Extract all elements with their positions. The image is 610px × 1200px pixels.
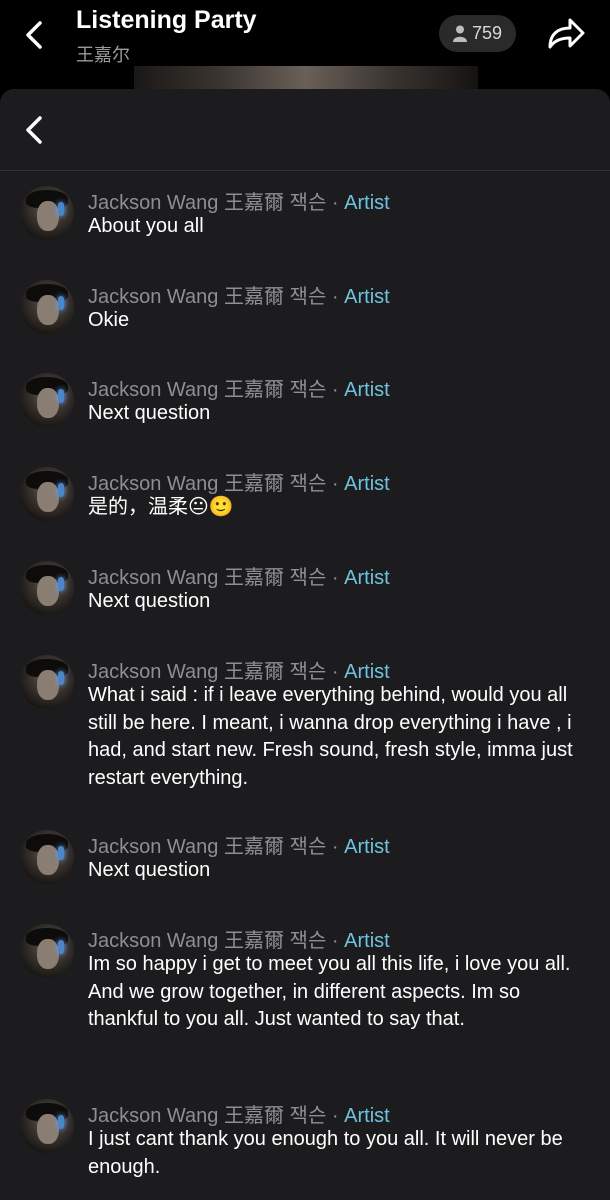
avatar[interactable]: [20, 280, 74, 334]
author-name[interactable]: Jackson Wang 王嘉爾 잭슨: [88, 286, 326, 308]
message-text: About you all: [88, 215, 204, 237]
avatar[interactable]: [20, 186, 74, 240]
divider: [0, 170, 610, 171]
separator: ·: [331, 836, 339, 858]
message-text: 是的，温柔😐🙂: [88, 496, 234, 518]
separator: ·: [331, 192, 339, 214]
share-icon[interactable]: [546, 14, 586, 52]
message-text: Next question: [88, 859, 211, 881]
back-arrow-icon[interactable]: [20, 113, 50, 147]
avatar[interactable]: [20, 373, 74, 427]
author-name[interactable]: Jackson Wang 王嘉爾 잭슨: [88, 192, 326, 214]
message-text: Okie: [88, 309, 130, 331]
author-name[interactable]: Jackson Wang 王嘉爾 잭슨: [88, 836, 326, 858]
separator: ·: [331, 930, 339, 952]
chat-sheet: Jackson Wang 王嘉爾 잭슨 · Artist About you a…: [0, 89, 610, 1200]
listener-count: 759: [472, 23, 503, 43]
role-badge: Artist: [344, 567, 390, 589]
separator: ·: [331, 286, 339, 308]
message-header: Jackson Wang 王嘉爾 잭슨 · Artist: [88, 830, 390, 859]
role-badge: Artist: [344, 473, 390, 495]
message-header: Jackson Wang 王嘉爾 잭슨 · Artist: [88, 561, 390, 590]
separator: ·: [331, 379, 339, 401]
back-arrow-icon[interactable]: [20, 18, 50, 52]
message-text: Next question: [88, 590, 211, 612]
role-badge: Artist: [344, 286, 390, 308]
separator: ·: [331, 661, 339, 683]
message-header: Jackson Wang 王嘉爾 잭슨 · Artist: [88, 280, 390, 309]
top-bar: Listening Party 王嘉尔 759: [0, 0, 610, 96]
author-name[interactable]: Jackson Wang 王嘉爾 잭슨: [88, 930, 326, 952]
listener-count-badge[interactable]: 759: [439, 15, 516, 52]
role-badge: Artist: [344, 1105, 390, 1127]
separator: ·: [331, 473, 339, 495]
role-badge: Artist: [344, 192, 390, 214]
message-text: I just cant thank you enough to you all.…: [88, 1128, 563, 1178]
message-header: Jackson Wang 王嘉爾 잭슨 · Artist: [88, 655, 390, 684]
message-header: Jackson Wang 王嘉爾 잭슨 · Artist: [88, 186, 390, 215]
separator: ·: [331, 1105, 339, 1127]
avatar[interactable]: [20, 1099, 74, 1153]
message-text: What i said : if i leave everything behi…: [88, 684, 573, 789]
role-badge: Artist: [344, 379, 390, 401]
role-badge: Artist: [344, 661, 390, 683]
avatar[interactable]: [20, 830, 74, 884]
person-icon: [453, 25, 467, 42]
room-subtitle: 王嘉尔: [76, 45, 130, 65]
message-header: Jackson Wang 王嘉爾 잭슨 · Artist: [88, 467, 390, 496]
avatar[interactable]: [20, 924, 74, 978]
message-text: Im so happy i get to meet you all this l…: [88, 953, 571, 1030]
role-badge: Artist: [344, 836, 390, 858]
avatar[interactable]: [20, 655, 74, 709]
message-header: Jackson Wang 王嘉爾 잭슨 · Artist: [88, 924, 390, 953]
author-name[interactable]: Jackson Wang 王嘉爾 잭슨: [88, 379, 326, 401]
author-name[interactable]: Jackson Wang 王嘉爾 잭슨: [88, 661, 326, 683]
message-header: Jackson Wang 王嘉爾 잭슨 · Artist: [88, 1099, 390, 1128]
role-badge: Artist: [344, 930, 390, 952]
author-name[interactable]: Jackson Wang 王嘉爾 잭슨: [88, 1105, 326, 1127]
room-title: Listening Party: [76, 6, 257, 34]
author-name[interactable]: Jackson Wang 王嘉爾 잭슨: [88, 473, 326, 495]
message-header: Jackson Wang 王嘉爾 잭슨 · Artist: [88, 373, 390, 402]
avatar[interactable]: [20, 467, 74, 521]
message-text: Next question: [88, 402, 211, 424]
author-name[interactable]: Jackson Wang 王嘉爾 잭슨: [88, 567, 326, 589]
avatar[interactable]: [20, 561, 74, 615]
separator: ·: [331, 567, 339, 589]
